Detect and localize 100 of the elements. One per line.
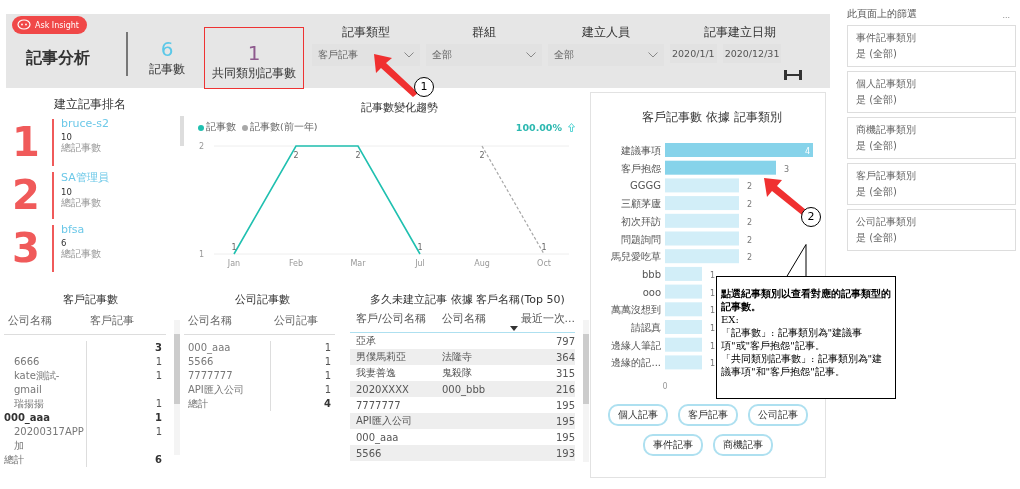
column-header[interactable]: 最近一次... [512,311,575,326]
filter-chip[interactable]: 事件記事 [643,434,703,456]
column-header[interactable]: 公司名稱 [184,311,270,335]
filter-chip[interactable]: 客戶記事 [678,404,738,426]
filter-value: 是 (全部) [856,93,898,107]
table-cell-text: API匯入公司 [187,383,245,397]
category-label[interactable]: 客戶抱怨 [620,162,661,174]
date-field[interactable]: 2020/1/1 [670,44,717,63]
bar[interactable] [664,355,702,370]
data-label: 2 [746,182,752,192]
column-header[interactable]: 客戶/公司名稱 [350,311,442,326]
table-cell-text: 總計 [187,397,209,411]
filter-card[interactable]: 事件記事類別 是 (全部) [847,25,1016,67]
bar[interactable] [664,178,739,193]
data-label: 2 [746,200,752,210]
count-caption: 總記事數 [61,142,102,154]
table-cell: 1 [86,369,166,397]
category-label[interactable]: 萬萬沒想到 [610,304,661,316]
column-header[interactable]: 公司記事 [270,311,335,335]
up-arrow-icon [568,123,575,132]
legend-label: 記事數 [206,121,236,134]
bar[interactable] [664,231,739,246]
filter-card[interactable]: 公司記事類別 是 (全部) [847,209,1016,251]
category-label[interactable]: 邊緣的記... [610,357,661,369]
category-label[interactable]: ooo [642,286,661,298]
category-label[interactable]: bbb [641,268,661,280]
filter-chip[interactable]: 商機記事 [713,434,773,456]
column-header[interactable]: 公司名稱 [442,311,512,326]
filter-card[interactable]: 商機記事類別 是 (全部) [847,117,1016,159]
callout-heading: 點選紀事類別以查看對應的記事類型的記事數。 [721,287,892,313]
dropdown[interactable]: 全部 [426,44,542,66]
table-cell-text: 男僕馬莉亞 [355,350,407,364]
bar[interactable] [664,249,739,264]
filter-chip[interactable]: 公司記事 [748,404,808,426]
category-label[interactable]: 邊緣人筆記 [610,339,661,351]
table-cell: 3 [86,341,166,355]
bar[interactable] [664,160,776,175]
table-cell-text: 216 [554,383,575,395]
table-cell-text: 797 [554,335,575,347]
rank-number: 1 [11,118,41,167]
axis-tick-label: Mar [350,259,366,268]
filter-card[interactable]: 客戶記事類別 是 (全部) [847,163,1016,205]
scrollbar[interactable] [583,320,589,462]
scrollbar[interactable] [174,320,180,455]
category-label[interactable]: 初次拜訪 [620,215,661,227]
bar[interactable] [664,143,813,157]
filter-value: 是 (全部) [856,185,898,199]
date-field[interactable]: 2020/12/31 [722,44,782,63]
table-title: 多久未建立記事 依據 客戶名稱(Top 50) [369,292,566,307]
data-label: 1 [709,270,715,280]
more-button[interactable]: ... [996,9,1016,20]
category-label[interactable]: 建議事項 [620,145,661,156]
table-cell: 1 [86,425,166,453]
column-header[interactable]: 公司名稱 [4,311,86,335]
filter-card[interactable]: 個人記事類別 是 (全部) [847,71,1016,113]
kpi-label: 共同類別記事數 [212,65,296,82]
dropdown[interactable]: 全部 [548,44,664,66]
note-count: 10 [61,187,73,197]
bar[interactable] [664,284,702,299]
data-label: 2 [355,151,361,160]
table-title: 客戶記事數 [61,292,119,307]
category-label[interactable]: 馬兒愛吃草 [610,251,661,263]
data-label: 2 [746,217,752,227]
data-label: 1 [709,341,715,351]
category-label[interactable]: GGGG [629,180,661,192]
table-cell-text: 195 [554,399,575,411]
filter-chip[interactable]: 個人記事 [608,404,668,426]
category-label[interactable]: 三顧茅廬 [620,198,661,210]
table-cell: 鬼殺隊 [442,367,472,378]
bar[interactable] [664,266,702,281]
rank-number: 2 [11,171,41,220]
bar[interactable] [664,302,702,317]
table-cell: 瑞揚揚 [14,398,44,409]
kpi-label: 記事數 [149,61,185,78]
table-cell-text: 5566 [187,355,215,369]
data-label: 3 [783,164,789,174]
table-cell-text: 195 [554,431,575,443]
range-slider-icon[interactable] [784,70,802,80]
filter-name: 公司記事類別 [856,215,917,229]
pane-title: 此頁面上的篩選 [847,8,917,21]
count-caption: 總記事數 [61,248,101,260]
column-header[interactable]: 客戶記事 [86,311,166,335]
dropdown[interactable]: 客戶記事 [312,44,420,66]
bar[interactable] [664,196,739,211]
data-label: 1 [541,243,547,252]
ask-insight-button[interactable]: Ask Insight [12,16,87,34]
category-label[interactable]: 問題詢問 [620,233,661,245]
filter-value: 是 (全部) [856,47,898,61]
chart-title: 記事數變化趨勢 [360,100,439,115]
bar[interactable] [664,337,702,352]
table-cell: kate測試-gmail [14,370,60,395]
bar[interactable] [664,213,739,228]
table-cell-text: 193 [554,447,575,459]
table-cell-text: 5566 [355,447,383,459]
data-label: 4 [804,147,810,156]
step-number: 2 [801,207,821,227]
category-label[interactable]: 請認真 [630,322,661,333]
callout-text: 「記事數」: 記事類別為"建議事項"或"客戶抱怨"記事。 [721,326,864,352]
bar[interactable] [664,320,702,334]
data-label: 1 [709,324,715,333]
